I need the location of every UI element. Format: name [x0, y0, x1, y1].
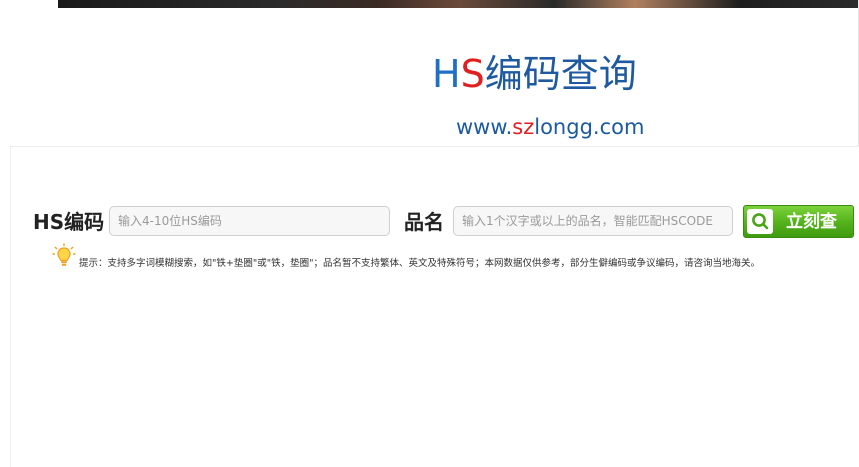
site-title-h: H [432, 52, 461, 96]
search-button-label: 立刻查 [786, 212, 837, 231]
site-title-s: S [460, 52, 485, 96]
top-banner-strip [58, 0, 859, 8]
site-url-highlight: sz [512, 115, 535, 139]
search-icon [752, 213, 769, 230]
site-url-prefix: www. [456, 115, 513, 139]
product-name-label: 品名 [404, 210, 444, 234]
product-name-input[interactable] [453, 206, 733, 236]
site-url: www.szlongg.com [456, 113, 644, 141]
search-panel [10, 146, 859, 467]
hs-code-input[interactable] [109, 206, 390, 236]
site-title: HS编码查询 [432, 50, 637, 98]
site-title-rest: 编码查询 [484, 52, 637, 96]
hs-code-label: HS编码 [33, 210, 105, 234]
search-tip: 提示：支持多字词模糊搜索，如"铁+垫圈"或"铁，垫圈"；品名暂不支持繁体、英文及… [79, 258, 760, 269]
search-icon-box [747, 209, 773, 234]
lightbulb-icon [52, 243, 76, 266]
site-url-suffix: longg.com [534, 115, 645, 139]
search-button[interactable]: 立刻查 [743, 205, 854, 238]
